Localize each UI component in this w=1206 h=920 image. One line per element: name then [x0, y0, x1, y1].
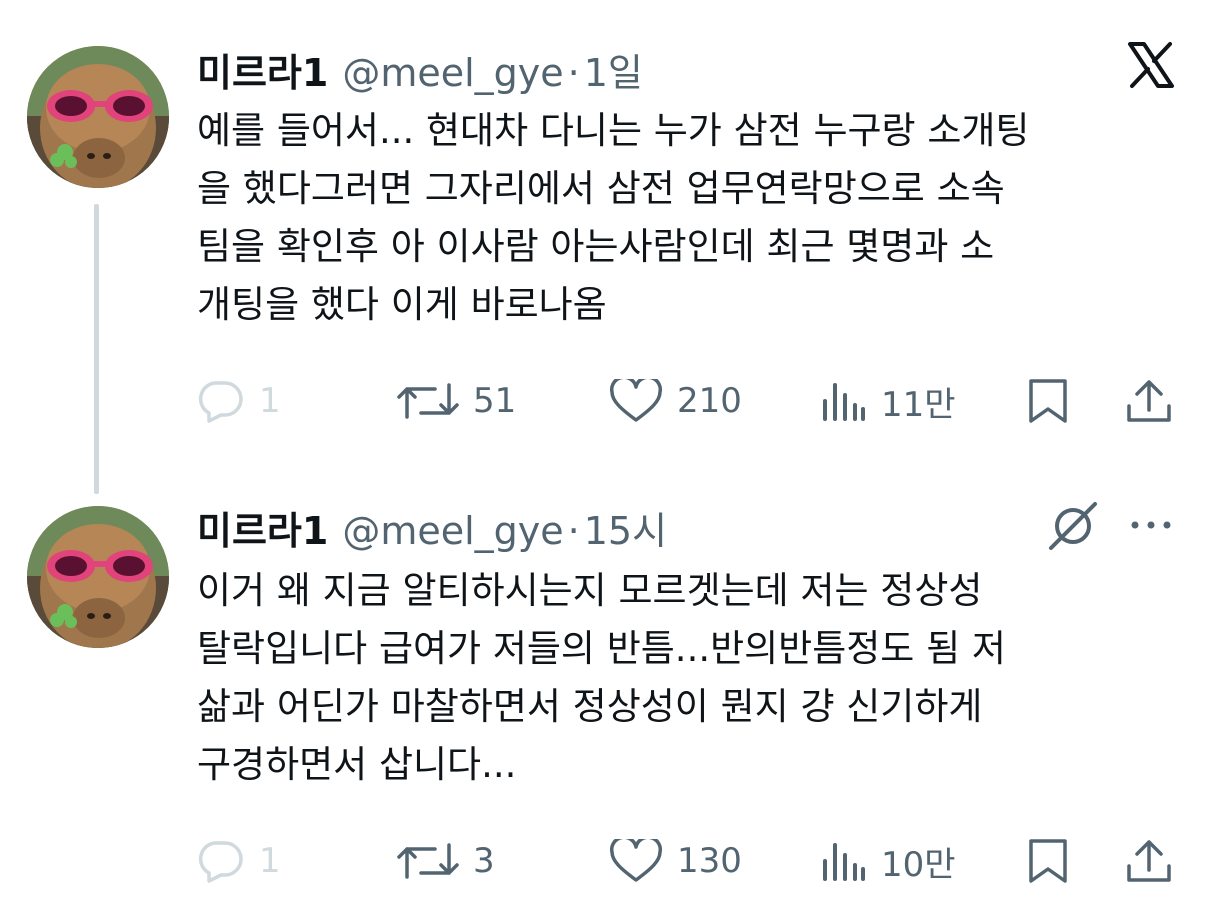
separator-dot: ·	[567, 509, 580, 553]
share-button[interactable]	[1125, 836, 1173, 886]
view-count: 10만	[881, 844, 956, 885]
heart-icon	[609, 839, 663, 883]
share-icon	[1125, 378, 1173, 424]
retweet-count: 51	[473, 381, 517, 421]
tweet-text: 예를 들어서... 현대차 다니는 누가 삼전 누구랑 소개팅 을 했다그러면 …	[197, 109, 1030, 326]
retweet-count: 3	[473, 841, 495, 881]
tweet-header: 미르라1 @meel_gye · 15시	[197, 500, 667, 553]
retweet-icon	[397, 379, 459, 423]
share-button[interactable]	[1125, 376, 1173, 426]
like-button[interactable]: 130	[609, 836, 742, 886]
views-icon	[819, 379, 867, 423]
heart-icon	[609, 379, 663, 423]
bookmark-icon	[1025, 378, 1071, 424]
bookmark-button[interactable]	[1025, 376, 1071, 426]
views-icon	[819, 839, 867, 883]
bookmark-button[interactable]	[1025, 836, 1071, 886]
x-logo-icon[interactable]	[1126, 40, 1176, 94]
timestamp[interactable]: 1일	[584, 42, 643, 97]
timestamp[interactable]: 15시	[584, 500, 667, 555]
reply-icon	[195, 379, 245, 423]
view-count: 11만	[881, 384, 956, 425]
views-button[interactable]: 11만	[819, 376, 956, 426]
like-button[interactable]: 210	[609, 376, 742, 426]
bookmark-icon	[1025, 838, 1071, 884]
grok-icon[interactable]	[1045, 498, 1101, 558]
thread-connector-line	[94, 204, 99, 494]
reply-count: 1	[259, 841, 281, 881]
tweet-header: 미르라1 @meel_gye · 1일	[197, 42, 643, 95]
retweet-icon	[397, 839, 459, 883]
avatar[interactable]	[27, 506, 169, 648]
reply-count: 1	[259, 381, 281, 421]
retweet-button[interactable]: 51	[397, 376, 516, 426]
reply-icon	[195, 839, 245, 883]
separator-dot: ·	[567, 51, 580, 95]
user-handle[interactable]: @meel_gye	[342, 51, 563, 95]
share-icon	[1125, 838, 1173, 884]
retweet-button[interactable]: 3	[397, 836, 495, 886]
tweet-text: 이거 왜 지금 알티하시는지 모르겟는데 저는 정상성 탈락입니다 급여가 저들…	[197, 569, 1006, 786]
views-button[interactable]: 10만	[819, 836, 956, 886]
more-icon[interactable]	[1128, 510, 1174, 544]
reply-button[interactable]: 1	[195, 836, 281, 886]
action-bar: 1 3 130 10만	[195, 836, 1185, 886]
like-count: 130	[677, 841, 742, 881]
display-name[interactable]: 미르라1	[197, 42, 328, 97]
user-handle[interactable]: @meel_gye	[342, 509, 563, 553]
avatar[interactable]	[27, 46, 169, 188]
reply-button[interactable]: 1	[195, 376, 281, 426]
like-count: 210	[677, 381, 742, 421]
display-name[interactable]: 미르라1	[197, 500, 328, 555]
action-bar: 1 51 210 11만	[195, 376, 1185, 426]
